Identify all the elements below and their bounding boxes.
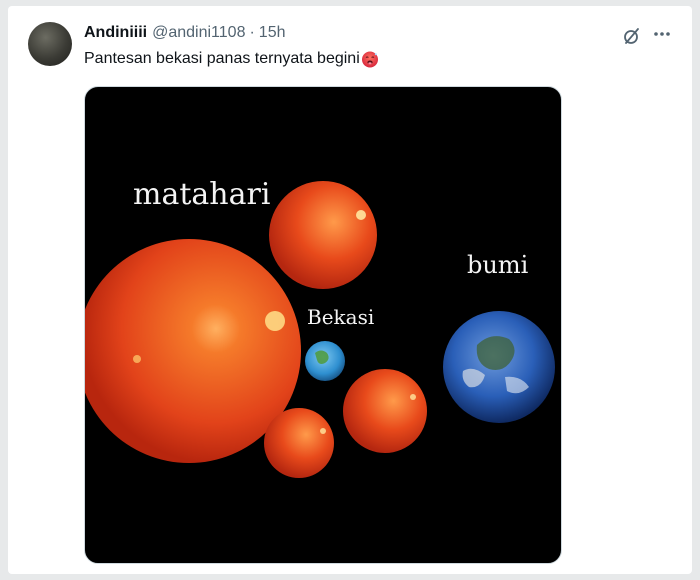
- handle[interactable]: @andini1108: [152, 24, 245, 42]
- separator-dot: ·: [249, 24, 255, 41]
- more-button[interactable]: [650, 22, 674, 46]
- label-bekasi: Bekasi: [307, 305, 375, 329]
- tweet-text: Pantesan bekasi panas ternyata begini: [84, 50, 379, 68]
- label-bumi: bumi: [467, 251, 529, 279]
- tweet-image[interactable]: matahari bumi Bekasi: [84, 86, 562, 564]
- label-matahari: matahari: [133, 177, 271, 212]
- tweet-text-content: Pantesan bekasi panas ternyata begini: [84, 50, 360, 67]
- tweet-header: Andiniiii @andini1108 · 15h: [84, 24, 286, 42]
- sun-medium-right: [343, 369, 427, 453]
- sun-small-bottom: [264, 408, 334, 478]
- sun-medium-top: [269, 181, 377, 289]
- tweet-card[interactable]: Andiniiii @andini1108 · 15h Pantesan bek…: [8, 6, 692, 574]
- hot-face-emoji-icon: [361, 51, 378, 68]
- display-name[interactable]: Andiniiii: [84, 24, 147, 42]
- timestamp[interactable]: 15h: [259, 24, 286, 42]
- more-icon: [654, 32, 670, 36]
- grok-button[interactable]: [620, 24, 644, 48]
- grok-icon: [624, 28, 639, 44]
- avatar[interactable]: [28, 22, 72, 66]
